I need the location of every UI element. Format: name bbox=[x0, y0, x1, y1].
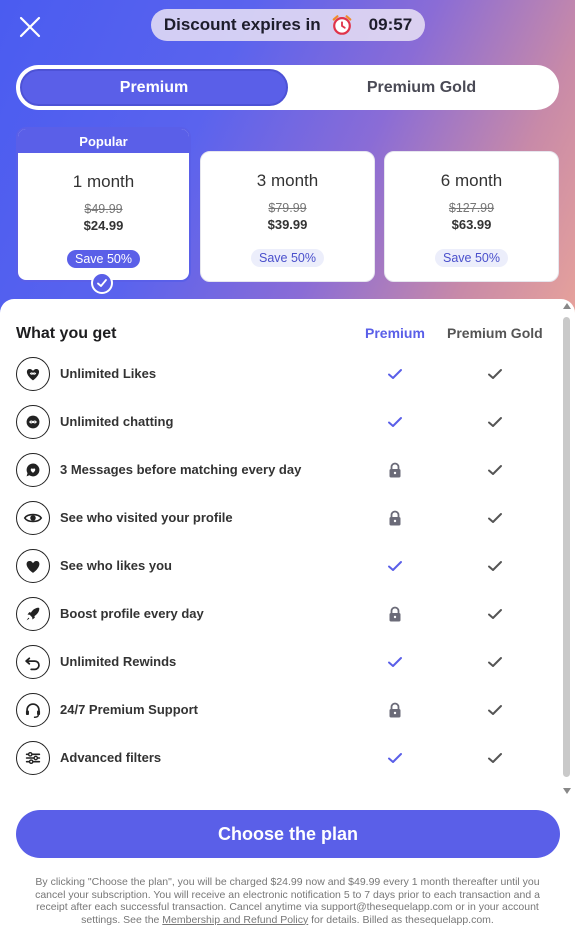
check-icon bbox=[386, 653, 404, 671]
check-icon bbox=[486, 557, 504, 575]
heart-infinity-icon bbox=[16, 357, 50, 391]
feature-row: Advanced filters bbox=[16, 741, 556, 777]
lock-icon bbox=[386, 701, 404, 719]
features-sheet: What you get Premium Premium Gold Unlimi… bbox=[0, 299, 575, 944]
eye-icon bbox=[16, 501, 50, 535]
check-icon bbox=[386, 413, 404, 431]
check-icon bbox=[486, 413, 504, 431]
check-icon bbox=[486, 605, 504, 623]
features-title: What you get bbox=[16, 325, 117, 342]
close-button[interactable] bbox=[18, 15, 42, 39]
feature-label: Unlimited Rewinds bbox=[60, 654, 177, 669]
filters-icon bbox=[16, 741, 50, 775]
column-header-premium-gold: Premium Gold bbox=[447, 325, 543, 341]
legal-text-end: for details. Billed as thesequelapp.com. bbox=[308, 913, 494, 926]
feature-row: Unlimited chatting bbox=[16, 405, 556, 441]
feature-row: Boost profile every day bbox=[16, 597, 556, 633]
check-icon bbox=[486, 653, 504, 671]
refund-policy-link[interactable]: Membership and Refund Policy bbox=[162, 914, 308, 926]
tab-premium-gold[interactable]: Premium Gold bbox=[288, 69, 555, 106]
plan-old-price: $127.99 bbox=[448, 201, 495, 215]
legal-disclaimer: By clicking "Choose the plan", you will … bbox=[24, 876, 551, 926]
save-badge: Save 50% bbox=[67, 250, 140, 268]
feature-label: Boost profile every day bbox=[60, 606, 204, 621]
save-badge: Save 50% bbox=[251, 249, 324, 267]
alarm-clock-icon bbox=[332, 15, 352, 35]
feature-label: Unlimited chatting bbox=[60, 414, 174, 429]
plan-duration: 1 month bbox=[72, 172, 135, 191]
check-icon bbox=[486, 461, 504, 479]
timer-label: Discount expires in bbox=[163, 15, 321, 34]
plan-card-3-month[interactable]: 3 month $79.99 $39.99 Save 50% bbox=[200, 151, 375, 282]
plan-old-price: $79.99 bbox=[268, 201, 307, 215]
feature-row: Unlimited Likes bbox=[16, 357, 556, 393]
plan-card-6-month[interactable]: 6 month $127.99 $63.99 Save 50% bbox=[384, 151, 559, 282]
feature-label: See who likes you bbox=[60, 558, 172, 573]
plan-price: $39.99 bbox=[267, 217, 308, 232]
feature-label: Unlimited Likes bbox=[60, 366, 157, 381]
feature-row: 24/7 Premium Support bbox=[16, 693, 556, 729]
column-header-premium: Premium bbox=[365, 325, 425, 341]
check-icon bbox=[486, 749, 504, 767]
heart-icon bbox=[16, 549, 50, 583]
check-icon bbox=[486, 509, 504, 527]
check-icon bbox=[486, 365, 504, 383]
feature-label: Advanced filters bbox=[60, 750, 162, 765]
plan-old-price: $49.99 bbox=[84, 202, 123, 216]
popular-badge: Popular bbox=[18, 129, 189, 153]
check-icon bbox=[386, 557, 404, 575]
feature-row: See who likes you bbox=[16, 549, 556, 585]
feature-label: 24/7 Premium Support bbox=[60, 702, 198, 717]
feature-label: See who visited your profile bbox=[60, 510, 233, 525]
plan-type-toggle: Premium Premium Gold bbox=[16, 65, 559, 110]
choose-plan-button[interactable]: Choose the plan bbox=[16, 810, 560, 858]
plan-duration: 6 month bbox=[440, 171, 503, 190]
rocket-icon bbox=[16, 597, 50, 631]
chat-infinity-icon bbox=[16, 405, 50, 439]
check-icon bbox=[386, 365, 404, 383]
feature-row: Unlimited Rewinds bbox=[16, 645, 556, 681]
selected-check-icon bbox=[91, 272, 113, 294]
lock-icon bbox=[386, 461, 404, 479]
plan-duration: 3 month bbox=[256, 171, 319, 190]
plan-price: $24.99 bbox=[83, 218, 124, 233]
scroll-down-arrow[interactable] bbox=[563, 788, 571, 794]
check-icon bbox=[486, 701, 504, 719]
lock-icon bbox=[386, 605, 404, 623]
scrollbar[interactable] bbox=[563, 317, 570, 777]
chat-heart-icon bbox=[16, 453, 50, 487]
plan-card-1-month[interactable]: Popular 1 month $49.99 $24.99 Save 50% bbox=[16, 127, 191, 282]
feature-label: 3 Messages before matching every day bbox=[60, 462, 302, 477]
feature-row: See who visited your profile bbox=[16, 501, 556, 537]
check-icon bbox=[386, 749, 404, 767]
timer-value: 09:57 bbox=[368, 15, 413, 34]
save-badge: Save 50% bbox=[435, 249, 508, 267]
discount-timer: Discount expires in 09:57 bbox=[151, 9, 425, 41]
tab-premium[interactable]: Premium bbox=[20, 69, 288, 106]
plan-price: $63.99 bbox=[451, 217, 492, 232]
close-icon bbox=[19, 16, 41, 38]
scroll-up-arrow[interactable] bbox=[563, 303, 571, 309]
plan-options: Popular 1 month $49.99 $24.99 Save 50% 3… bbox=[16, 127, 560, 283]
rewind-icon bbox=[16, 645, 50, 679]
feature-row: 3 Messages before matching every day bbox=[16, 453, 556, 489]
lock-icon bbox=[386, 509, 404, 527]
headset-icon bbox=[16, 693, 50, 727]
